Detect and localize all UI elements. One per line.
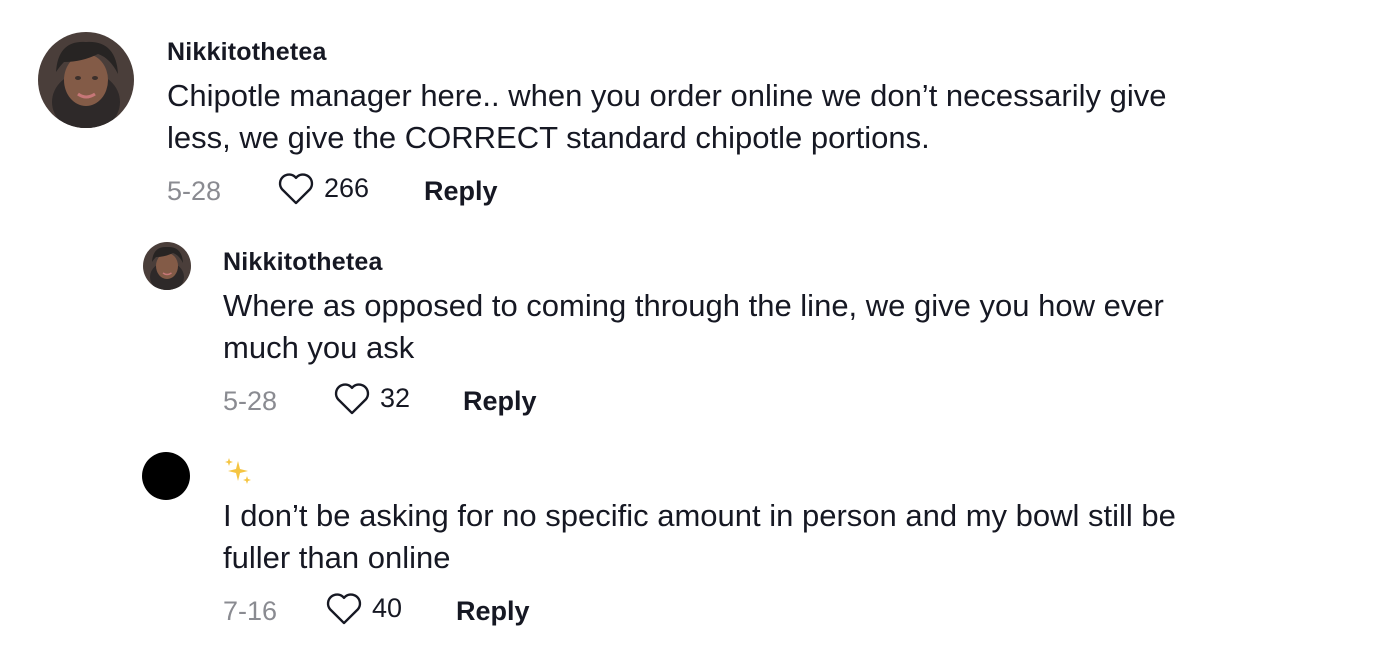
user-avatar[interactable]: [38, 32, 134, 128]
avatar-photo: [38, 32, 134, 128]
comment-text: Chipotle manager here.. when you order o…: [167, 78, 1167, 155]
comment-text: Where as opposed to coming through the l…: [223, 288, 1164, 365]
comment-username[interactable]: ✨: [223, 456, 253, 486]
heart-outline-icon[interactable]: [325, 590, 363, 633]
comment-text: I don’t be asking for no specific amount…: [223, 498, 1176, 575]
user-avatar[interactable]: [142, 452, 190, 500]
comment-date: 5-28: [167, 176, 222, 206]
comment-username[interactable]: Nikkitothetea: [167, 38, 327, 67]
reply-button[interactable]: Reply: [424, 176, 498, 207]
reply-button[interactable]: Reply: [456, 596, 530, 627]
comment-username[interactable]: Nikkitothetea: [223, 248, 383, 277]
user-avatar[interactable]: [143, 242, 191, 290]
like-count: 32: [380, 383, 411, 413]
reply-button[interactable]: Reply: [463, 386, 537, 417]
comment-date: 5-28: [223, 386, 278, 416]
comment-date: 7-16: [223, 596, 278, 626]
avatar-photo: [143, 242, 191, 290]
sparkles-icon: [225, 458, 251, 484]
heart-outline-icon[interactable]: [277, 170, 315, 213]
like-count: 266: [324, 173, 370, 203]
like-count: 40: [372, 593, 403, 623]
heart-outline-icon[interactable]: [333, 380, 371, 423]
